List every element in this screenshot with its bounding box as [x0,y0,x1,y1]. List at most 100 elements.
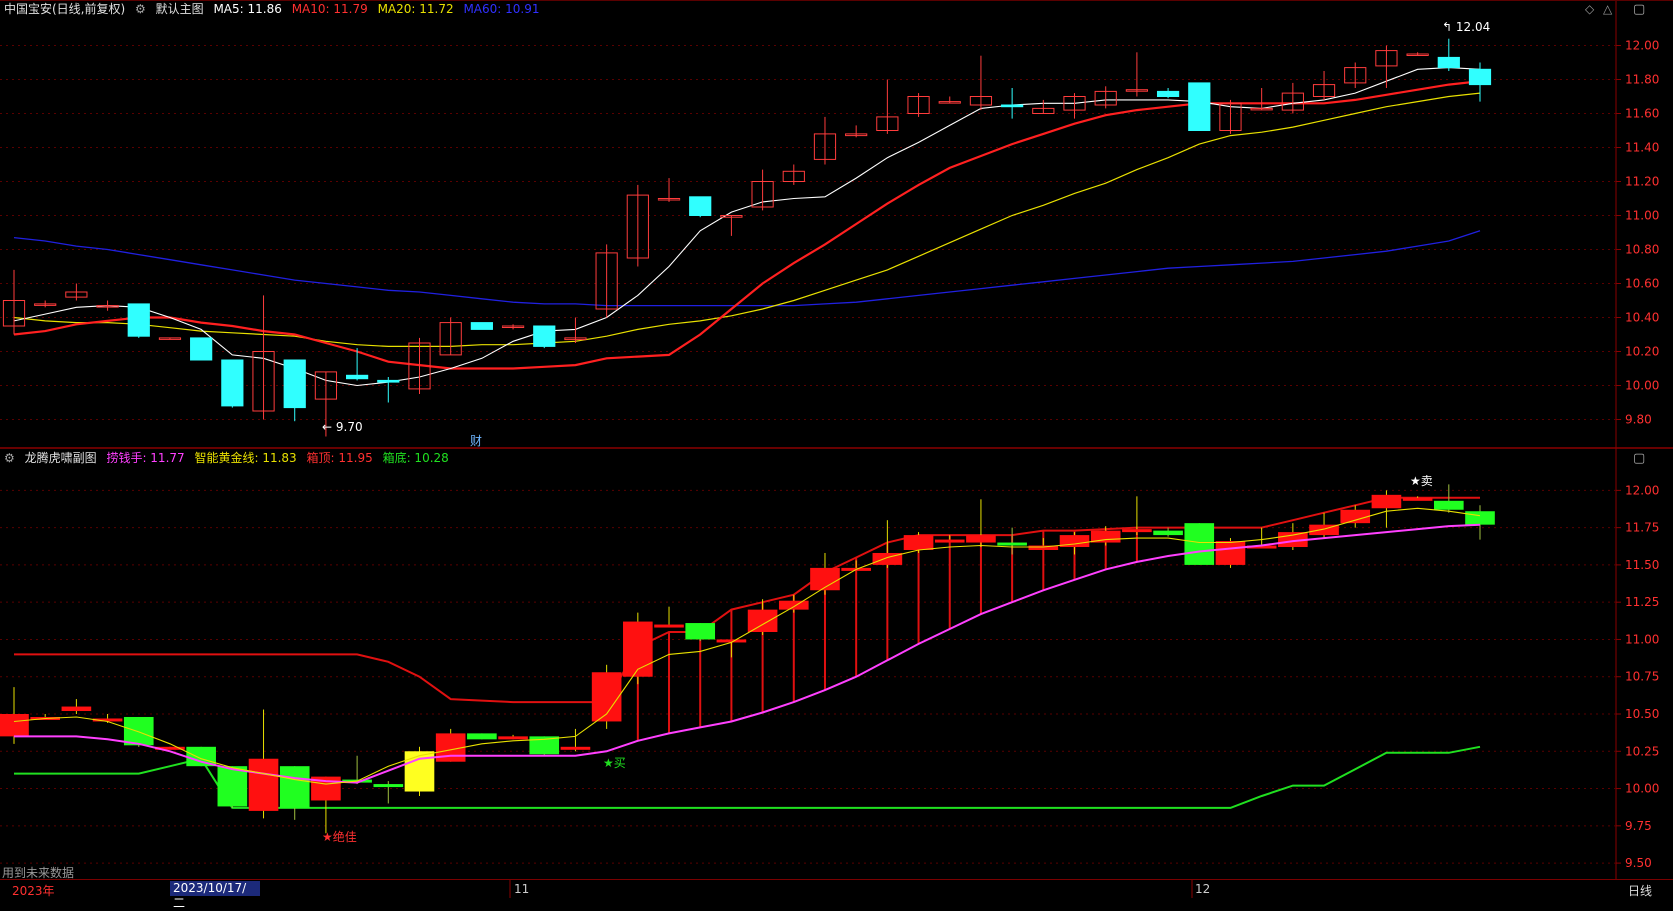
sub-block [279,766,310,808]
sub-block [123,716,154,746]
sell-signal: ★卖 [1410,474,1433,488]
main-y-tick-label: 11.40 [1625,141,1659,155]
sub-y-tick-label: 11.00 [1625,632,1659,646]
timebar-year: 2023年 [12,884,55,898]
best-signal: ★绝佳 [322,830,357,844]
main-y-tick-label: 11.60 [1625,107,1659,121]
main-y-tick-label: 10.60 [1625,277,1659,291]
ma5-line [13,67,1481,387]
sub-gear-icon[interactable]: ⚙ [4,451,15,465]
sub-y-tick-label: 10.50 [1625,707,1659,721]
ma60-line [13,230,1481,307]
candle-body-down [689,196,712,217]
sub-block [654,624,684,628]
sub-block [997,542,1027,546]
lq-value: 捞钱手: 11.77 [106,451,185,465]
candle-body-down [533,325,556,347]
main-y-tick-label: 10.20 [1625,345,1659,359]
sub-maximize-icon[interactable]: ▢ [1633,451,1645,466]
sub-block [1184,523,1215,565]
sub-y-tick-label: 11.50 [1625,558,1659,572]
sub-block [560,746,591,750]
main-y-tick-label: 9.80 [1625,413,1652,427]
candle-body-down [127,303,150,337]
sub-block [61,706,92,712]
sub-block [1433,500,1464,510]
main-y-tick-label: 12.00 [1625,39,1659,53]
sub-block [1215,541,1246,565]
ma60-value: MA60: 10.91 [463,2,540,16]
sub-y-tick-label: 10.25 [1625,744,1659,758]
low-price-label: 9.70 [335,420,363,434]
sub-block [217,766,248,807]
scroll-up-icon[interactable]: △ [1603,2,1612,16]
candle-body-down [1468,68,1492,86]
timebar-divider [0,879,1673,880]
candle-body-down [1001,104,1024,108]
candle-body-down [190,337,213,361]
main-y-tick-label: 11.00 [1625,209,1659,223]
ma5-value: MA5: 11.86 [213,2,282,16]
gold-line [13,507,1481,785]
sub-block [1153,530,1183,536]
timebar-month-11: 11 [514,882,530,896]
sub-block [498,736,528,740]
template-gear-icon[interactable]: ⚙ [135,2,146,16]
low-price-marker: ← 9.70 [322,420,363,434]
sub-block [1340,509,1371,524]
main-chart-header: 中国宝安(日线,前复权) ⚙ 默认主图 MA5: 11.86 MA10: 11.… [4,0,546,18]
main-y-tick-label: 10.00 [1625,379,1659,393]
main-y-tick-label: 11.20 [1625,175,1659,189]
gold-line-value: 智能黄金线: 11.83 [194,451,297,465]
diamond-icon[interactable]: ◇ [1585,2,1594,16]
sub-y-tick-label: 11.75 [1625,521,1659,535]
stock-chart-window: 12.00 11.80 11.60 11.40 11.20 11.00 10.80 10.60… [0,0,1673,910]
main-y-tick-label: 10.40 [1625,311,1659,325]
stock-title[interactable]: 中国宝安(日线,前复权) [4,2,125,16]
main-template-name[interactable]: 默认主图 [156,2,204,16]
cursor-date[interactable]: 2023/10/17/二 [170,881,260,910]
ma10-value: MA10: 11.79 [291,2,368,16]
candle-body-down [1156,90,1180,98]
main-y-tick-label: 11.80 [1625,73,1659,87]
ma20-value: MA20: 11.72 [377,2,454,16]
sub-block [373,784,404,788]
sub-block [966,535,996,543]
sub-block [1371,494,1402,509]
finance-report-marker[interactable]: 财 [470,432,482,449]
candle-body-down [470,322,493,330]
sub-block [778,600,809,610]
sub-y-tick-label: 10.00 [1625,782,1659,796]
timebar-month-12: 12 [1195,882,1211,896]
sub-block [747,609,778,632]
high-price-marker: ↰ 12.04 [1442,20,1491,34]
maximize-icon[interactable]: ▢ [1633,2,1645,17]
candle-body-down [1437,56,1460,69]
sub-block [248,758,279,811]
candle-body-down [1188,82,1211,131]
sub-block [1402,497,1433,501]
sub-y-tick-label: 10.75 [1625,670,1659,684]
buy-signal: ★买 [603,756,626,770]
sub-chart-title[interactable]: 龙腾虎啸副图 [25,451,97,465]
sub-block [0,714,29,737]
sub-y-tick-label: 12.00 [1625,483,1659,497]
sub-block [685,623,716,640]
candle-body-down [283,359,306,409]
box-top-value: 箱顶: 11.95 [306,451,373,465]
sub-block [934,539,965,543]
sub-block [1122,529,1152,533]
sub-block [623,621,653,677]
main-y-tick-label: 10.80 [1625,243,1659,257]
candle-body-down [221,359,244,407]
sub-block [467,733,497,740]
box-top-line [14,496,1480,704]
sub-y-tick-label: 9.50 [1625,856,1652,870]
sub-y-tick-label: 9.75 [1625,819,1652,833]
candle-body-down [346,374,369,380]
candle-body-down [377,379,400,383]
sub-block [1465,511,1495,525]
ma10-line [13,80,1481,370]
sub-block [903,535,934,550]
period-selector[interactable]: 日线 [1628,882,1652,899]
